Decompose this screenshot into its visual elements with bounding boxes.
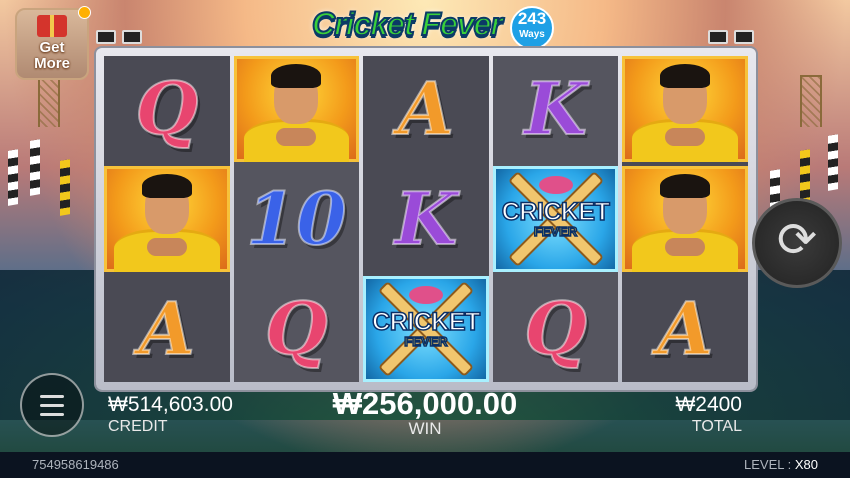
symbol-wild: CRICKET FEVER bbox=[363, 276, 489, 382]
symbol-cricketer bbox=[104, 166, 230, 272]
flags-left bbox=[0, 120, 90, 270]
symbol-10: 10 bbox=[234, 166, 360, 272]
symbol-k: K bbox=[363, 166, 489, 272]
symbol-cricketer bbox=[622, 166, 748, 272]
symbol-a: A bbox=[104, 276, 230, 382]
reel-2: 10 Q bbox=[233, 56, 360, 382]
credit-value: ₩514,603.00 bbox=[108, 393, 233, 416]
wild-subtext: FEVER bbox=[533, 224, 578, 240]
floodlight-icon bbox=[734, 30, 754, 44]
total-value: ₩2400 bbox=[675, 393, 742, 416]
symbol-q: Q bbox=[493, 276, 619, 382]
symbol-a: A bbox=[622, 276, 748, 382]
ways-label: Ways bbox=[519, 29, 545, 40]
symbol-glyph: A bbox=[397, 66, 455, 151]
menu-button[interactable] bbox=[20, 373, 84, 437]
symbol-q: Q bbox=[104, 56, 230, 162]
symbol-a: A bbox=[363, 56, 489, 162]
total-bet-button[interactable]: ₩2400 TOTAL bbox=[660, 393, 742, 437]
symbol-k: K bbox=[493, 56, 619, 162]
symbol-glyph: Q bbox=[523, 286, 588, 371]
notification-dot bbox=[78, 6, 91, 19]
status-bar: 754958619486 LEVEL : X80 bbox=[0, 452, 850, 478]
symbol-glyph: A bbox=[656, 286, 714, 371]
reel-grid: Q A 10 Q A K CRICKET FEVER K CRICKET FEVER Q A bbox=[104, 56, 748, 382]
symbol-q: Q bbox=[234, 276, 360, 382]
floodlight-icon bbox=[708, 30, 728, 44]
symbol-wild: CRICKET FEVER bbox=[492, 166, 619, 272]
symbol-glyph: K bbox=[394, 176, 459, 261]
level-value: X80 bbox=[794, 457, 818, 472]
win-value: ₩256,000.00 bbox=[332, 386, 518, 421]
reel-5: A bbox=[622, 56, 748, 382]
logo-title: Cricket Fever bbox=[311, 5, 504, 43]
ways-badge: 243 Ways bbox=[510, 6, 554, 50]
spin-icon: ⟳ bbox=[776, 214, 818, 267]
menu-icon bbox=[40, 394, 64, 398]
wild-text: CRICKET bbox=[501, 198, 611, 226]
symbol-glyph: Q bbox=[264, 286, 329, 371]
level-indicator: LEVEL : X80 bbox=[744, 457, 818, 472]
total-label: TOTAL bbox=[691, 418, 742, 435]
reel-1: QA bbox=[104, 56, 230, 382]
symbol-cricketer bbox=[233, 56, 360, 162]
wild-subtext: FEVER bbox=[404, 334, 449, 350]
gift-icon bbox=[37, 15, 67, 37]
reel-frame: Q A 10 Q A K CRICKET FEVER K CRICKET FEVER Q A bbox=[96, 48, 756, 390]
floodlight-icon bbox=[96, 30, 116, 44]
symbol-cricketer bbox=[622, 56, 748, 162]
symbol-glyph: 10 bbox=[245, 176, 347, 261]
win-label: WIN bbox=[408, 419, 442, 438]
ways-number: 243 bbox=[517, 9, 547, 28]
get-more-button[interactable]: Get More bbox=[15, 6, 91, 80]
session-id: 754958619486 bbox=[32, 457, 119, 472]
reel-4: K CRICKET FEVER Q bbox=[492, 56, 619, 382]
wild-text: CRICKET bbox=[371, 308, 481, 336]
symbol-glyph: Q bbox=[134, 66, 199, 151]
win-display: ₩256,000.00 WIN bbox=[320, 388, 530, 439]
spin-button[interactable]: ⟳ bbox=[752, 198, 842, 288]
symbol-glyph: K bbox=[523, 66, 588, 151]
game-logo: Cricket Fever 243 Ways bbox=[311, 2, 554, 52]
get-more-label: Get More bbox=[34, 39, 70, 72]
credit-label: CREDIT bbox=[108, 418, 168, 435]
floodlight-icon bbox=[122, 30, 142, 44]
symbol-glyph: A bbox=[138, 286, 196, 371]
reel-3: A K CRICKET FEVER bbox=[363, 56, 489, 382]
credit-display: ₩514,603.00 CREDIT bbox=[108, 393, 233, 437]
